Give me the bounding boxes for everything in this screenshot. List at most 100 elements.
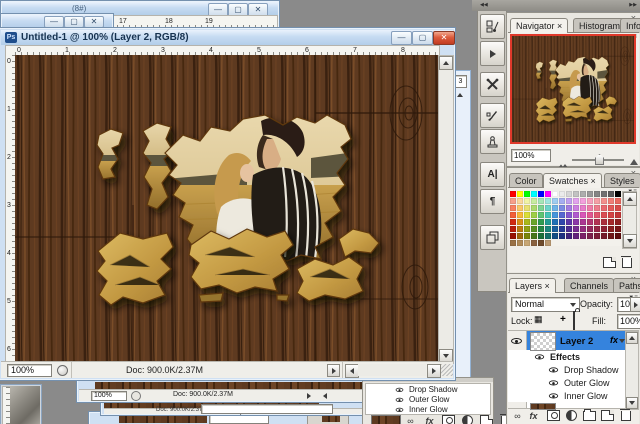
swatch[interactable]	[594, 205, 600, 211]
visibility-eye-icon[interactable]	[549, 366, 558, 374]
new-layer-button[interactable]	[600, 409, 615, 422]
swatch[interactable]	[538, 205, 544, 211]
swatch[interactable]	[531, 219, 537, 225]
swatch[interactable]	[552, 205, 558, 211]
fill-field[interactable]: 100%	[617, 314, 640, 329]
swatch[interactable]	[531, 212, 537, 218]
navigator-zoom-field[interactable]: 100%	[511, 149, 551, 162]
swatch[interactable]	[531, 205, 537, 211]
swatch[interactable]	[587, 233, 593, 239]
swatch[interactable]	[545, 233, 551, 239]
swatch[interactable]	[580, 191, 586, 197]
status-flyout-button[interactable]	[327, 364, 340, 377]
swatch[interactable]	[566, 191, 572, 197]
visibility-eye-icon[interactable]	[396, 386, 404, 392]
swatch[interactable]	[552, 233, 558, 239]
swatch[interactable]	[615, 212, 621, 218]
status-icon[interactable]	[57, 365, 68, 376]
add-layer-style-button[interactable]: fx	[526, 409, 541, 422]
new-group-button[interactable]	[582, 409, 597, 422]
swatch[interactable]	[601, 233, 607, 239]
swatch[interactable]	[615, 219, 621, 225]
tab-navigator[interactable]: Navigator ×	[510, 18, 568, 33]
blend-mode-select[interactable]: Normal	[511, 297, 580, 312]
swatch[interactable]	[580, 198, 586, 204]
delete-layer-button[interactable]	[618, 409, 633, 422]
swatch[interactable]	[573, 233, 579, 239]
delete-swatch-button[interactable]	[619, 256, 634, 269]
swatch[interactable]	[601, 212, 607, 218]
character-panel-button[interactable]: A|	[480, 162, 505, 187]
link-layers-icon[interactable]: ∞	[403, 414, 418, 424]
swatch[interactable]	[545, 219, 551, 225]
swatch[interactable]	[608, 205, 614, 211]
visibility-eye-icon[interactable]	[396, 406, 404, 412]
swatch[interactable]	[608, 233, 614, 239]
swatch[interactable]	[601, 191, 607, 197]
swatch[interactable]	[573, 191, 579, 197]
swatch[interactable]	[580, 233, 586, 239]
layer-mask-icon[interactable]	[441, 414, 456, 424]
scroll-left-button[interactable]	[345, 364, 359, 378]
tab-swatches[interactable]: Swatches ×	[543, 173, 602, 188]
swatch[interactable]	[545, 226, 551, 232]
swatch[interactable]	[580, 205, 586, 211]
layer-row-layer2[interactable]: Layer 2 fx	[508, 331, 627, 350]
new-swatch-button[interactable]	[602, 256, 617, 269]
visibility-eye-icon[interactable]	[535, 353, 544, 361]
swatch[interactable]	[517, 233, 523, 239]
visibility-eye-icon[interactable]	[549, 379, 558, 387]
brush-presets-panel-button[interactable]	[480, 14, 505, 39]
swatch[interactable]	[559, 205, 565, 211]
vertical-scrollbar[interactable]	[438, 55, 454, 364]
tab-channels[interactable]: Channels	[564, 278, 614, 293]
bg-effect-row[interactable]: Outer Glow	[409, 395, 449, 404]
actions-panel-button[interactable]	[480, 41, 505, 66]
swatch[interactable]	[587, 212, 593, 218]
collapse-dock-right-button[interactable]: ▶▶	[629, 2, 637, 8]
tab-paths[interactable]: Paths	[613, 278, 640, 293]
swatch[interactable]	[587, 198, 593, 204]
swatch[interactable]	[559, 198, 565, 204]
swatch[interactable]	[601, 198, 607, 204]
swatch[interactable]	[552, 191, 558, 197]
swatch[interactable]	[517, 205, 523, 211]
cascade1-zoom-box[interactable]: 100%	[91, 391, 127, 401]
swatch[interactable]	[517, 191, 523, 197]
brushes-panel-button[interactable]	[480, 103, 505, 128]
swatch[interactable]	[573, 198, 579, 204]
swatch[interactable]	[601, 205, 607, 211]
swatch[interactable]	[566, 212, 572, 218]
swatch[interactable]	[510, 198, 516, 204]
swatch[interactable]	[580, 226, 586, 232]
swatch[interactable]	[587, 191, 593, 197]
swatch[interactable]	[573, 226, 579, 232]
paragraph-panel-button[interactable]: ¶	[480, 189, 505, 214]
swatch[interactable]	[517, 240, 523, 246]
swatch[interactable]	[538, 191, 544, 197]
swatch[interactable]	[587, 205, 593, 211]
swatch[interactable]	[531, 191, 537, 197]
document-canvas[interactable]	[15, 55, 438, 361]
swatch[interactable]	[510, 233, 516, 239]
swatch[interactable]	[510, 219, 516, 225]
tab-close-icon[interactable]: ×	[545, 281, 550, 291]
swatch[interactable]	[601, 226, 607, 232]
swatch[interactable]	[608, 198, 614, 204]
visibility-eye-icon[interactable]	[549, 392, 558, 400]
swatch[interactable]	[587, 219, 593, 225]
tab-layers[interactable]: Layers ×	[509, 278, 556, 293]
visibility-eye-icon[interactable]	[511, 336, 522, 345]
swatch[interactable]	[594, 226, 600, 232]
tab-color[interactable]: Color	[509, 173, 543, 188]
swatch[interactable]	[517, 212, 523, 218]
link-layers-button[interactable]: ∞	[510, 409, 525, 422]
scroll-up-button[interactable]	[439, 56, 453, 70]
close-button[interactable]: ✕	[433, 31, 455, 45]
bg-effect-row[interactable]: Inner Glow	[409, 405, 448, 414]
swatch[interactable]	[615, 226, 621, 232]
resize-grip[interactable]	[441, 364, 453, 376]
swatch[interactable]	[559, 233, 565, 239]
adjustment-layer-icon[interactable]	[460, 414, 475, 424]
swatch[interactable]	[559, 219, 565, 225]
